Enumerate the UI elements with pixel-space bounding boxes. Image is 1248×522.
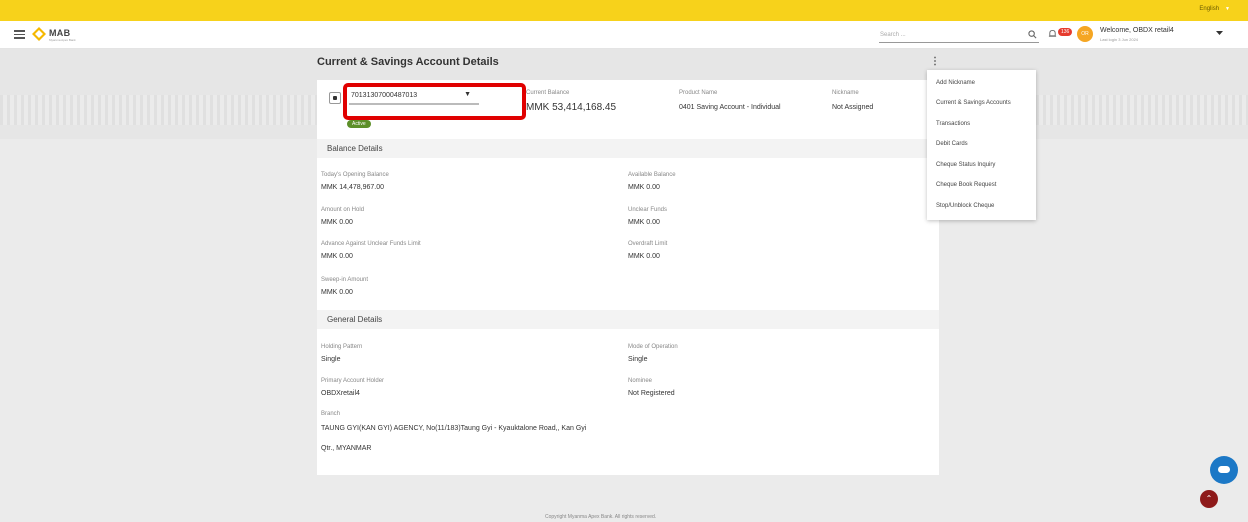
scroll-up-icon[interactable]: ⌃ — [1200, 490, 1218, 508]
overdraft-limit-label: Overdraft Limit — [628, 241, 668, 247]
current-balance-label: Current Balance — [526, 90, 570, 96]
unclear-funds-value: MMK 0.00 — [628, 219, 660, 226]
product-name-label: Product Name — [679, 90, 718, 96]
page-title: Current & Savings Account Details — [317, 56, 499, 68]
sweep-in-label: Sweep-in Amount — [321, 277, 369, 283]
nominee-value: Not Registered — [628, 390, 675, 397]
advance-limit-label: Advance Against Unclear Funds Limit — [321, 241, 421, 247]
menu-item-stop-cheque[interactable]: Stop/Unblock Cheque — [936, 203, 994, 209]
menu-item-debit-cards[interactable]: Debit Cards — [936, 141, 968, 147]
mode-of-operation-label: Mode of Operation — [628, 344, 678, 350]
top-bar: English ▼ — [0, 0, 1248, 21]
menu-icon[interactable] — [14, 30, 25, 39]
mode-of-operation-value: Single — [628, 356, 648, 363]
primary-holder-label: Primary Account Holder — [321, 378, 385, 384]
balance-details-header: Balance Details — [317, 139, 939, 158]
primary-holder-value: OBDXretail4 — [321, 390, 360, 397]
search-placeholder: Search ... — [880, 32, 906, 38]
language-selector[interactable]: English ▼ — [1199, 6, 1230, 12]
branch-label: Branch — [321, 411, 341, 417]
more-options-icon[interactable]: ⋮ — [930, 56, 940, 67]
chevron-down-icon[interactable] — [1216, 31, 1223, 36]
available-balance-label: Available Balance — [628, 172, 676, 178]
bell-icon[interactable] — [1048, 29, 1057, 39]
unclear-funds-label: Unclear Funds — [628, 207, 668, 213]
chevron-down-icon: ▼ — [1225, 6, 1230, 12]
nickname-label: Nickname — [832, 90, 859, 96]
menu-item-cheque-book[interactable]: Cheque Book Request — [936, 182, 996, 188]
account-details-card: 70131307000487013 ▼ Active Current Balan… — [317, 80, 939, 475]
available-balance-value: MMK 0.00 — [628, 184, 660, 191]
section-title: General Details — [327, 315, 383, 324]
account-icon — [329, 92, 341, 104]
nickname-value: Not Assigned — [832, 104, 874, 111]
chat-icon[interactable] — [1210, 456, 1238, 484]
amount-on-hold-value: MMK 0.00 — [321, 219, 353, 226]
current-balance-value: MMK 53,414,168.45 — [526, 102, 617, 113]
menu-item-transactions[interactable]: Transactions — [936, 121, 970, 127]
last-login-text: Last login 3 Jun 2024 — [1100, 37, 1139, 42]
app-header: MAB Myanma Apex Bank Search ... 136 OR W… — [0, 21, 1248, 49]
general-details-header: General Details — [317, 310, 939, 329]
menu-item-cheque-status[interactable]: Cheque Status Inquiry — [936, 162, 995, 168]
logo-icon — [32, 27, 46, 41]
nominee-label: Nominee — [628, 378, 653, 384]
holding-pattern-label: Holding Pattern — [321, 344, 363, 350]
sweep-in-value: MMK 0.00 — [321, 289, 353, 296]
amount-on-hold-label: Amount on Hold — [321, 207, 365, 213]
notification-badge[interactable]: 136 — [1058, 28, 1073, 36]
brand-name: MAB — [49, 28, 71, 38]
account-actions-menu: Add Nickname Current & Savings Accounts … — [927, 70, 1036, 220]
menu-item-accounts[interactable]: Current & Savings Accounts — [936, 100, 1011, 106]
avatar[interactable]: OR — [1077, 26, 1093, 42]
brand-sub: Myanma Apex Bank — [49, 38, 76, 42]
advance-limit-value: MMK 0.00 — [321, 253, 353, 260]
opening-balance-label: Today's Opening Balance — [321, 172, 389, 178]
search-input[interactable]: Search ... — [879, 29, 1039, 43]
branch-value-line2: Qtr., MYANMAR — [321, 445, 372, 452]
holding-pattern-value: Single — [321, 356, 341, 363]
footer-copyright: Copyright Myanma Apex Bank. All rights r… — [545, 514, 657, 520]
overdraft-limit-value: MMK 0.00 — [628, 253, 660, 260]
opening-balance-value: MMK 14,478,967.00 — [321, 184, 385, 191]
highlight-box — [343, 83, 526, 120]
branch-value-line1: TAUNG GYI(KAN GYI) AGENCY, No(11/183)Tau… — [321, 425, 587, 432]
menu-item-add-nickname[interactable]: Add Nickname — [936, 80, 975, 86]
status-badge: Active — [347, 120, 371, 128]
section-title: Balance Details — [327, 144, 383, 153]
welcome-text: Welcome, OBDX retail4 — [1100, 27, 1174, 34]
product-name-value: 0401 Saving Account - Individual — [679, 104, 781, 111]
search-icon[interactable] — [1028, 30, 1037, 39]
